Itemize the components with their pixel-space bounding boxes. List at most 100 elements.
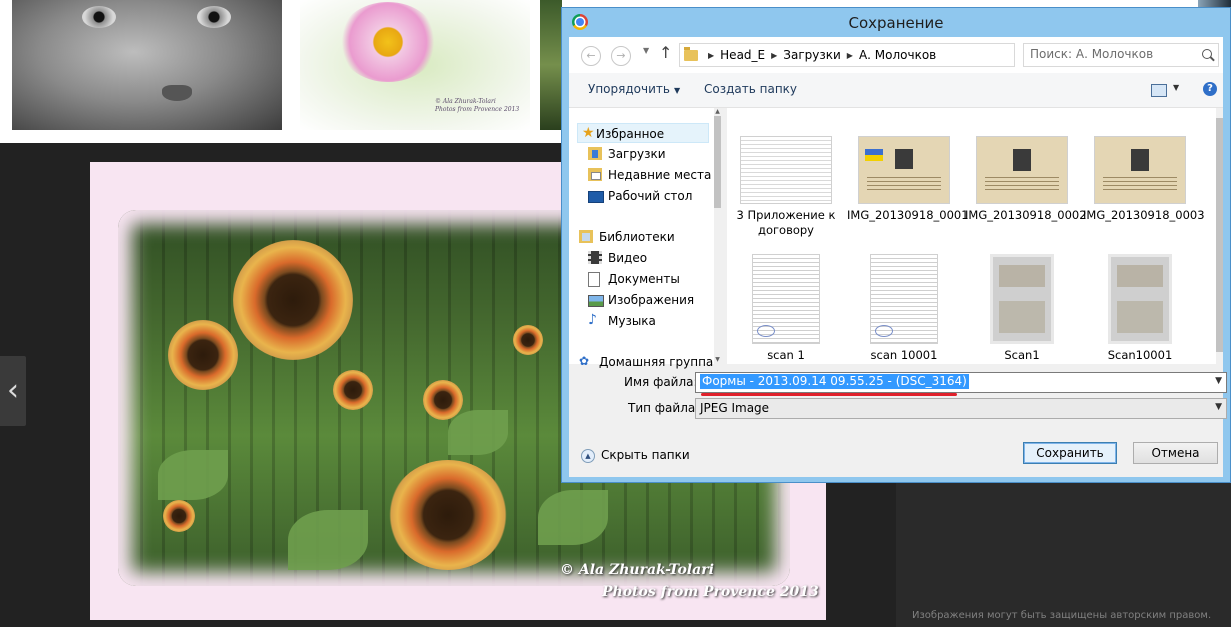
chevron-down-icon: ▼: [673, 86, 681, 95]
file-item[interactable]: Scan1: [965, 254, 1079, 363]
chevron-up-icon: ▲: [581, 448, 595, 463]
file-item[interactable]: scan 1: [729, 254, 843, 363]
save-dialog: Сохранение ← → ▼ ↑ ▶ Head_E ▶ Загрузки ▶…: [561, 7, 1231, 483]
music-icon: ♪: [588, 312, 597, 328]
search-box[interactable]: [1023, 43, 1219, 67]
image-thumbnail: [976, 136, 1068, 204]
sidebar-item-downloads[interactable]: Загрузки: [588, 144, 666, 164]
downloads-folder-icon: [588, 147, 602, 160]
previous-image-button[interactable]: ‹: [0, 356, 26, 426]
up-button[interactable]: ↑: [659, 43, 672, 62]
sunflower: [388, 460, 508, 570]
thumbnail-credit-line: © Ala Zhurak-Tolari: [435, 98, 496, 105]
cat-eye: [197, 6, 231, 28]
image-thumbnail: [990, 254, 1054, 344]
sidebar-item-label: Видео: [608, 251, 648, 265]
red-underline-annotation: [701, 393, 957, 396]
file-item[interactable]: IMG_20130918_0002: [965, 136, 1087, 223]
breadcrumb-item[interactable]: Head_E: [720, 48, 765, 62]
files-scrollbar-thumb[interactable]: [1216, 118, 1223, 352]
back-button[interactable]: ←: [581, 46, 601, 66]
filename-combobox[interactable]: Формы - 2013.09.14 09.55.25 - (DSC_3164)…: [695, 372, 1227, 393]
file-item[interactable]: IMG_20130918_0001: [847, 136, 969, 223]
filetype-value: JPEG Image: [700, 401, 770, 415]
dialog-title: Сохранение: [848, 14, 944, 32]
help-icon[interactable]: ?: [1203, 82, 1217, 96]
dialog-titlebar[interactable]: Сохранение: [562, 8, 1230, 36]
navigation-pane: ★ Избранное Загрузки Недавние места Рабо…: [569, 108, 721, 369]
thumbnail-cat-image[interactable]: [12, 0, 282, 130]
document-thumbnail: [740, 136, 832, 204]
sidebar-item-music[interactable]: ♪ Музыка: [588, 311, 656, 331]
file-name: IMG_20130918_0001: [847, 208, 969, 222]
sidebar-item-homegroup[interactable]: ✿ Домашняя группа: [579, 352, 714, 372]
chevron-down-icon[interactable]: ▼: [1215, 376, 1222, 386]
sidebar-item-label: Библиотеки: [599, 230, 675, 244]
homegroup-icon: ✿: [579, 354, 590, 368]
scroll-down-icon[interactable]: ▼: [714, 356, 721, 364]
cat-eye: [82, 6, 116, 28]
search-icon[interactable]: [1202, 49, 1212, 59]
sidebar-item-label: Музыка: [608, 314, 656, 328]
address-bar[interactable]: ▶ Head_E ▶ Загрузки ▶ А. Молочков ⟳: [679, 43, 1120, 67]
new-folder-button[interactable]: Создать папку: [704, 82, 797, 96]
recent-locations-dropdown[interactable]: ▼: [643, 46, 649, 55]
image-thumbnail: [858, 136, 950, 204]
filetype-label: Тип файла:: [628, 401, 700, 415]
chevron-right-icon[interactable]: ▶: [708, 51, 714, 60]
file-name: 3 Приложение к договору: [736, 208, 836, 237]
breadcrumb-item[interactable]: А. Молочков: [859, 48, 936, 62]
leaf: [288, 510, 368, 570]
hide-folders-label: Скрыть папки: [601, 448, 690, 462]
sidebar-item-libraries[interactable]: Библиотеки: [579, 227, 675, 247]
sidebar-item-favorites[interactable]: ★ Избранное: [577, 123, 709, 143]
file-item[interactable]: Scan10001: [1083, 254, 1197, 363]
filetype-select[interactable]: JPEG Image ▼: [695, 398, 1227, 419]
image-thumbnail: [1094, 136, 1186, 204]
file-item[interactable]: 3 Приложение к договору: [729, 136, 843, 238]
file-name: Scan10001: [1107, 348, 1173, 362]
save-button[interactable]: Сохранить: [1023, 442, 1117, 464]
thumbnail-garden-image[interactable]: [540, 0, 562, 130]
sunflower: [333, 370, 373, 410]
sidebar-item-images[interactable]: Изображения: [588, 290, 695, 310]
view-options-icon[interactable]: [1151, 84, 1167, 97]
scroll-up-icon[interactable]: ▲: [714, 108, 721, 116]
sidebar-scrollbar-thumb[interactable]: [714, 116, 721, 208]
toolbar: Упорядочить ▼ Создать папку ▼ ?: [569, 73, 1223, 108]
chevron-right-icon[interactable]: ▶: [847, 51, 853, 60]
forward-button[interactable]: →: [611, 46, 631, 66]
sidebar-item-label: Документы: [608, 272, 680, 286]
video-icon: [588, 251, 602, 264]
desktop-icon: [588, 191, 604, 203]
sunflower: [163, 500, 195, 532]
sidebar-item-recent[interactable]: Недавние места: [588, 165, 711, 185]
sidebar-item-label: Изображения: [608, 293, 695, 307]
file-name: IMG_20130918_0003: [1083, 208, 1205, 222]
organize-button[interactable]: Упорядочить ▼: [588, 82, 680, 96]
chevron-down-icon[interactable]: ▼: [1215, 402, 1222, 412]
sidebar-item-label: Избранное: [596, 127, 665, 141]
sunflower: [233, 240, 353, 360]
cancel-button[interactable]: Отмена: [1133, 442, 1218, 464]
file-item[interactable]: scan 10001: [847, 254, 961, 363]
file-item[interactable]: IMG_20130918_0003: [1083, 136, 1205, 223]
sidebar-item-desktop[interactable]: Рабочий стол: [588, 186, 693, 206]
hide-folders-button[interactable]: ▲ Скрыть папки: [581, 448, 690, 463]
photo-watermark: Photos from Provence 2013: [602, 584, 819, 600]
chevron-right-icon[interactable]: ▶: [771, 51, 777, 60]
leaf: [538, 490, 608, 545]
image-thumbnail: [870, 254, 938, 344]
leaf: [158, 450, 228, 500]
search-input[interactable]: [1030, 47, 1190, 61]
navigation-bar: ← → ▼ ↑ ▶ Head_E ▶ Загрузки ▶ А. Молочко…: [569, 37, 1223, 73]
organize-label: Упорядочить: [588, 82, 670, 96]
thumbnail-flower-image[interactable]: © Ala Zhurak-Tolari Photos from Provence…: [300, 0, 530, 130]
filename-label: Имя файла:: [624, 375, 698, 389]
sidebar-item-label: Рабочий стол: [608, 189, 693, 203]
chevron-down-icon[interactable]: ▼: [1173, 83, 1179, 92]
breadcrumb-item[interactable]: Загрузки: [783, 48, 841, 62]
sidebar-item-label: Домашняя группа: [599, 355, 714, 369]
sidebar-item-documents[interactable]: Документы: [588, 269, 680, 289]
sidebar-item-video[interactable]: Видео: [588, 248, 648, 268]
